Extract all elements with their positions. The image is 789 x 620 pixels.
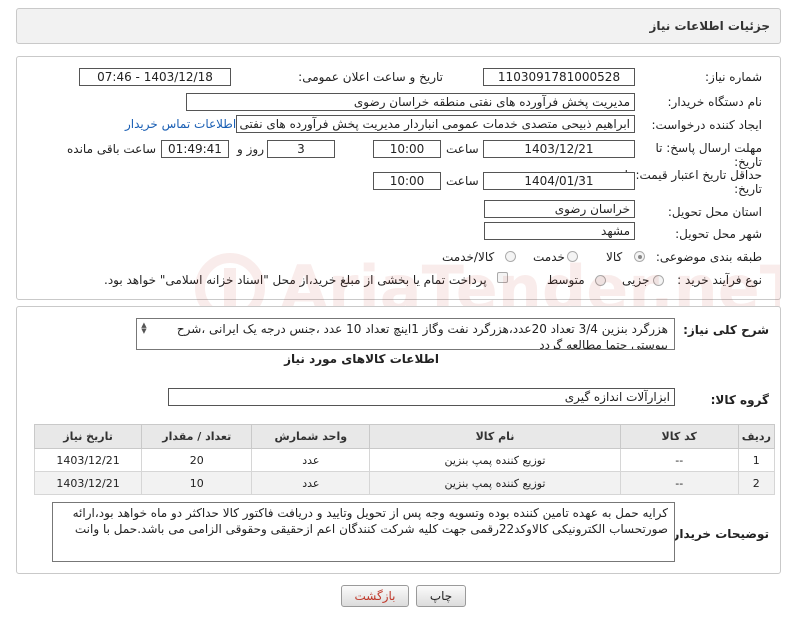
requester-field: ابراهیم ذبیحی متصدی خدمات عمومی انباردار… bbox=[236, 115, 635, 133]
cell-unit: عدد bbox=[251, 471, 371, 495]
treasury-payment-note: پرداخت تمام یا بخشی از مبلغ خرید،از محل … bbox=[104, 273, 487, 287]
deadline-date-field: 1403/12/21 bbox=[483, 140, 635, 158]
goods-group-label: گروه کالا: bbox=[710, 393, 769, 407]
validity-date-field: 1404/01/31 bbox=[483, 172, 635, 190]
page-header: جزئیات اطلاعات نیاز bbox=[16, 8, 781, 44]
announce-date-label: تاریخ و ساعت اعلان عمومی: bbox=[298, 70, 443, 84]
days-label: روز و bbox=[237, 142, 264, 156]
category-option-goods: کالا bbox=[606, 250, 623, 264]
category-radio-goods-service[interactable] bbox=[505, 251, 516, 262]
col-need-date: تاریخ نیاز bbox=[33, 424, 143, 449]
validity-time-field: 10:00 bbox=[373, 172, 441, 190]
col-goods-code: کد کالا bbox=[619, 424, 739, 449]
price-validity-label: حداقل تاریخ اعتبار قیمت: تا bbox=[624, 168, 762, 182]
city-label: شهر محل تحویل: bbox=[675, 227, 762, 241]
col-quantity: تعداد / مقدار bbox=[141, 424, 253, 449]
validity-time-label: ساعت bbox=[446, 174, 479, 188]
goods-table-header: ردیف کد کالا نام کالا واحد شمارش تعداد /… bbox=[33, 424, 776, 449]
deadline-label: مهلت ارسال پاسخ: تا bbox=[655, 141, 762, 155]
description-textarea[interactable]: هزرگرد بنزین 3/4 تعداد 20عدد،هزرگرد نفت … bbox=[136, 318, 675, 350]
buyer-contact-link[interactable]: اطلاعات تماس خریدار bbox=[125, 117, 236, 131]
cell-quantity: 10 bbox=[141, 471, 253, 495]
description-label: شرح کلی نیاز: bbox=[683, 323, 769, 337]
city-field: مشهد bbox=[484, 222, 635, 240]
remaining-label: ساعت باقی مانده bbox=[67, 142, 157, 156]
print-button[interactable]: چاپ bbox=[416, 585, 466, 607]
back-button[interactable]: بازگشت bbox=[341, 585, 409, 607]
deadline-time-field: 10:00 bbox=[373, 140, 441, 158]
cell-unit: عدد bbox=[251, 448, 371, 472]
cell-goods-code: -- bbox=[619, 471, 739, 495]
buyer-notes-label: توضیحات خریدار: bbox=[667, 527, 769, 541]
need-number-label: شماره نیاز: bbox=[705, 70, 762, 84]
days-count-field: 3 bbox=[267, 140, 335, 158]
cell-goods-name: توزیع کننده پمپ بنزین bbox=[369, 471, 621, 495]
process-label: نوع فرآیند خرید : bbox=[677, 273, 762, 287]
buyer-org-field: مدیریت پخش فرآورده های نفتی منطقه خراسان… bbox=[186, 93, 635, 111]
cell-need-date: 1403/12/21 bbox=[33, 471, 143, 495]
remaining-time-field: 01:49:41 bbox=[161, 140, 229, 158]
goods-section-title: اطلاعات کالاهای مورد نیاز bbox=[284, 352, 439, 366]
buyer-org-label: نام دستگاه خریدار: bbox=[667, 95, 763, 109]
process-option-minor: جزیی bbox=[622, 273, 650, 287]
description-text: هزرگرد بنزین 3/4 تعداد 20عدد،هزرگرد نفت … bbox=[176, 322, 668, 350]
province-label: استان محل تحویل: bbox=[667, 205, 762, 219]
process-option-medium: متوسط bbox=[547, 273, 585, 287]
process-radio-minor[interactable] bbox=[653, 275, 664, 286]
cell-quantity: 20 bbox=[141, 448, 253, 472]
cell-row-number: 2 bbox=[737, 471, 776, 495]
buyer-notes-text: کرایه حمل به عهده تامین کننده بوده وتسوی… bbox=[72, 506, 668, 536]
goods-group-field: ابزارآلات اندازه گیری bbox=[168, 388, 675, 406]
cell-row-number: 1 bbox=[737, 448, 776, 472]
deadline-label-line2: تاریخ: bbox=[734, 155, 762, 169]
col-row-number: ردیف bbox=[737, 424, 776, 449]
process-radio-medium[interactable] bbox=[595, 275, 606, 286]
table-row: 2 -- توزیع کننده پمپ بنزین عدد 10 1403/1… bbox=[33, 471, 776, 495]
category-option-service: خدمت bbox=[533, 250, 565, 264]
deadline-time-label: ساعت bbox=[446, 142, 479, 156]
announce-date-field: 1403/12/18 - 07:46 bbox=[79, 68, 231, 86]
price-validity-label-line2: تاریخ: bbox=[734, 182, 762, 196]
cell-goods-name: توزیع کننده پمپ بنزین bbox=[369, 448, 621, 472]
table-row: 1 -- توزیع کننده پمپ بنزین عدد 20 1403/1… bbox=[33, 448, 776, 472]
cell-need-date: 1403/12/21 bbox=[33, 448, 143, 472]
buyer-notes-textarea[interactable]: کرایه حمل به عهده تامین کننده بوده وتسوی… bbox=[52, 502, 675, 562]
scroll-arrows-icon[interactable]: ▲ ▼ bbox=[140, 322, 148, 335]
treasury-payment-checkbox[interactable] bbox=[497, 272, 508, 283]
category-radio-goods[interactable] bbox=[634, 251, 645, 262]
col-unit: واحد شمارش bbox=[251, 424, 371, 449]
goods-table: ردیف کد کالا نام کالا واحد شمارش تعداد /… bbox=[33, 424, 776, 495]
cell-goods-code: -- bbox=[619, 448, 739, 472]
col-goods-name: نام کالا bbox=[369, 424, 621, 449]
category-radio-service[interactable] bbox=[567, 251, 578, 262]
category-option-goods-service: کالا/خدمت bbox=[442, 250, 495, 264]
requester-label: ایجاد کننده درخواست: bbox=[651, 118, 762, 132]
category-label: طبقه بندی موضوعی: bbox=[655, 250, 762, 264]
need-number-field: 1103091781000528 bbox=[483, 68, 635, 86]
province-field: خراسان رضوی bbox=[484, 200, 635, 218]
page-title: جزئیات اطلاعات نیاز bbox=[649, 19, 770, 33]
